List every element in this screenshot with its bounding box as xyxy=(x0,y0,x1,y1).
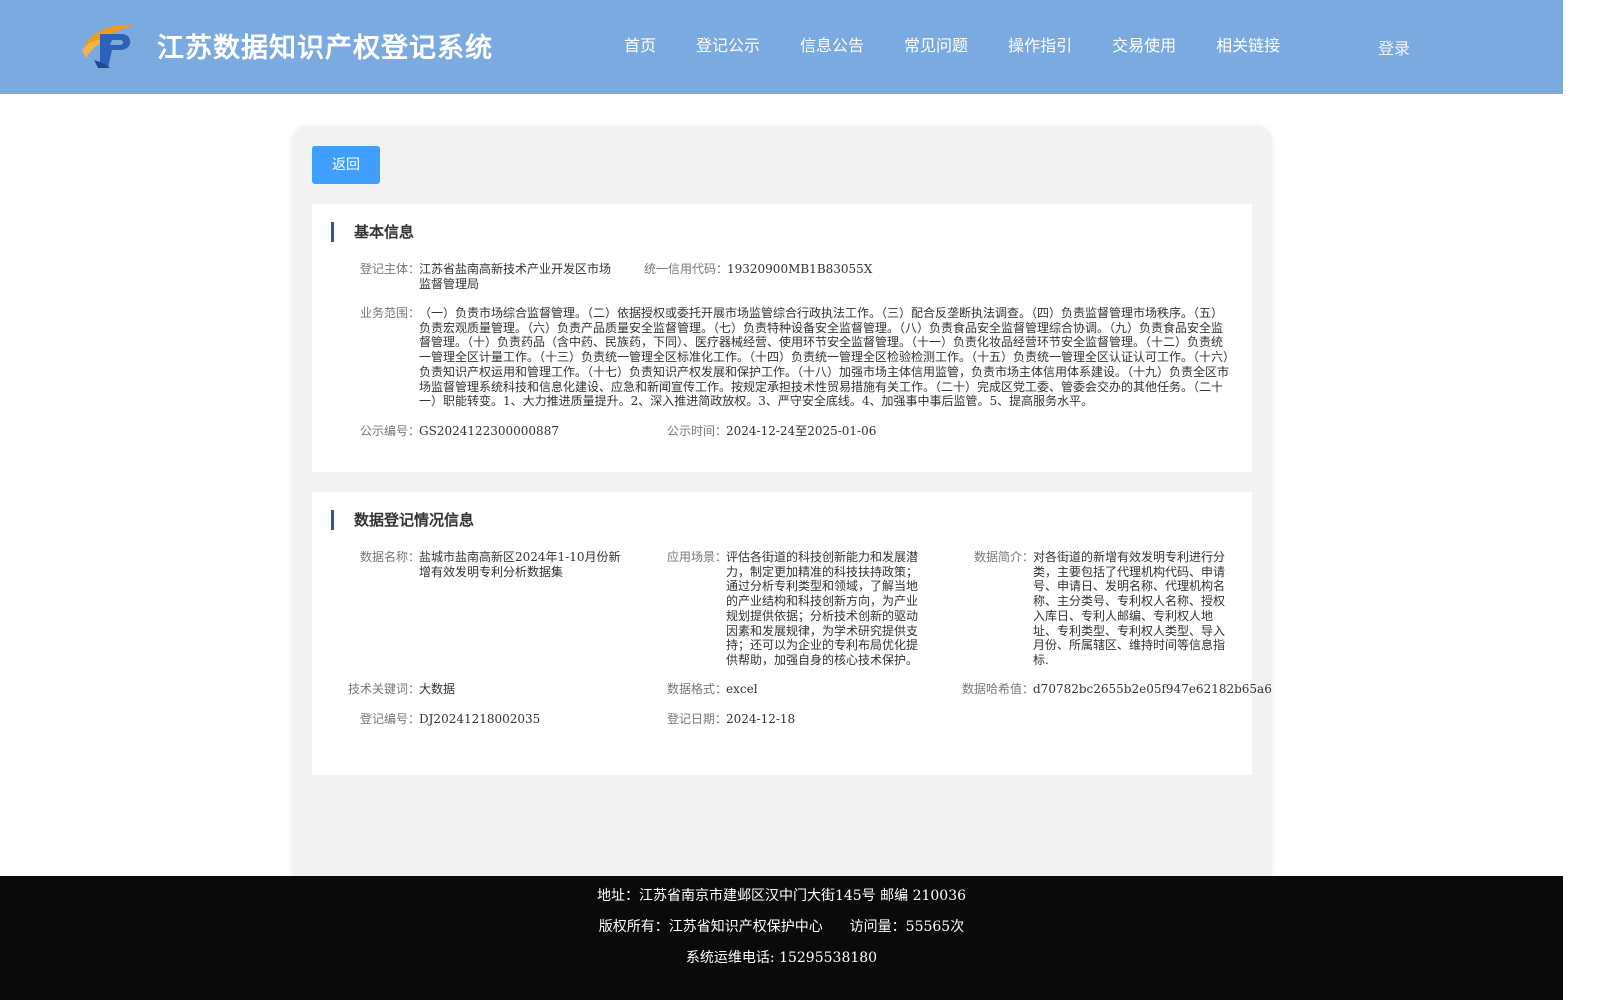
login-link[interactable]: 登录 xyxy=(1378,35,1410,59)
site-header: 江苏数据知识产权登记系统 首页 登记公示 信息公告 常见问题 操作指引 交易使用… xyxy=(0,0,1563,94)
nav-item-faq[interactable]: 常见问题 xyxy=(884,33,988,61)
data-hash-field: 数据哈希值： d70782bc2655b2e05f947e62182b65a6 xyxy=(962,682,1272,698)
business-scope-value: （一）负责市场综合监督管理。（二）依据授权或委托开展市场监管综合行政执法工作。（… xyxy=(419,306,1230,409)
publication-number-value: GS2024122300000887 xyxy=(419,424,559,438)
nav-item-registration-notice[interactable]: 登记公示 xyxy=(676,33,780,61)
data-format-value: excel xyxy=(726,682,758,696)
registration-number-value: DJ20241218002035 xyxy=(419,712,541,726)
footer-phone: 系统运维电话: 15295538180 xyxy=(685,950,878,966)
publication-number-label: 公示编号： xyxy=(360,424,421,438)
footer-copyright: 版权所有：江苏省知识产权保护中心 xyxy=(598,919,823,935)
business-scope-field: 业务范围： （一）负责市场综合监督管理。（二）依据授权或委托开展市场监管综合行政… xyxy=(360,306,1240,409)
data-registration-card: 数据登记情况信息 数据名称： 盐城市盐南高新区2024年1-10月份新增有效发明… xyxy=(312,492,1272,775)
subject-field: 登记主体： 江苏省盐南高新技术产业开发区市场监督管理局 xyxy=(360,262,612,292)
basic-info-card: 基本信息 登记主体： 江苏省盐南高新技术产业开发区市场监督管理局 统一信用代码：… xyxy=(312,204,1252,472)
data-intro-label: 数据简介： xyxy=(974,550,1035,564)
nav-item-home[interactable]: 首页 xyxy=(604,33,676,61)
detail-panel: 返回 基本信息 登记主体： 江苏省盐南高新技术产业开发区市场监督管理局 统一信用… xyxy=(292,126,1272,886)
application-scene-value: 评估各街道的科技创新能力和发展潜力，制定更加精准的科技扶持政策；通过分析专利类型… xyxy=(726,550,919,667)
registration-number-field: 登记编号： DJ20241218002035 xyxy=(360,712,620,728)
data-hash-label: 数据哈希值： xyxy=(962,682,1035,696)
site-footer: 地址：江苏省南京市建邺区汉中门大街145号 邮编 210036 版权所有：江苏省… xyxy=(0,876,1563,1000)
credit-code-field: 统一信用代码： 19320900MB1B83055X xyxy=(644,262,944,278)
registration-number-label: 登记编号： xyxy=(360,712,421,726)
scrollbar-track[interactable] xyxy=(1563,0,1600,1000)
subject-value: 江苏省盐南高新技术产业开发区市场监督管理局 xyxy=(419,262,612,291)
data-format-label: 数据格式： xyxy=(667,682,728,696)
basic-info-title: 基本信息 xyxy=(331,222,414,242)
data-format-field: 数据格式： excel xyxy=(667,682,927,698)
nav-item-links[interactable]: 相关链接 xyxy=(1196,33,1300,61)
data-intro-value: 对各街道的新增有效发明专利进行分类，主要包括了代理机构代码、申请号、申请日、发明… xyxy=(1033,550,1226,667)
data-intro-field: 数据简介： 对各街道的新增有效发明专利进行分类，主要包括了代理机构代码、申请号、… xyxy=(974,550,1239,670)
footer-address: 地址：江苏省南京市建邺区汉中门大街145号 邮编 210036 xyxy=(596,888,967,904)
ip-logo-icon[interactable] xyxy=(80,20,136,70)
main-nav: 首页 登记公示 信息公告 常见问题 操作指引 交易使用 相关链接 xyxy=(604,33,1300,61)
tech-keyword-field: 技术关键词： 大数据 xyxy=(348,682,628,698)
footer-copyright-line: 版权所有：江苏省知识产权保护中心 访问量：55565次 xyxy=(0,916,1563,936)
nav-item-trade-use[interactable]: 交易使用 xyxy=(1092,33,1196,61)
site-title: 江苏数据知识产权登记系统 xyxy=(157,33,493,64)
registration-date-value: 2024-12-18 xyxy=(726,712,796,726)
data-name-field: 数据名称： 盐城市盐南高新区2024年1-10月份新增有效发明专利分析数据集 xyxy=(360,550,625,590)
footer-visits: 访问量：55565次 xyxy=(849,919,965,935)
data-registration-title: 数据登记情况信息 xyxy=(331,510,474,530)
data-hash-value: d70782bc2655b2e05f947e62182b65a6 xyxy=(1033,682,1272,696)
tech-keyword-label: 技术关键词： xyxy=(348,682,421,696)
registration-date-field: 登记日期： 2024-12-18 xyxy=(667,712,927,728)
back-button[interactable]: 返回 xyxy=(312,146,380,184)
tech-keyword-value: 大数据 xyxy=(419,682,456,696)
nav-item-announcements[interactable]: 信息公告 xyxy=(780,33,884,61)
publication-time-field: 公示时间： 2024-12-24至2025-01-06 xyxy=(667,424,927,440)
credit-code-label: 统一信用代码： xyxy=(644,262,729,276)
registration-date-label: 登记日期： xyxy=(667,712,728,726)
credit-code-value: 19320900MB1B83055X xyxy=(727,262,873,276)
application-scene-label: 应用场景： xyxy=(667,550,728,564)
data-name-value: 盐城市盐南高新区2024年1-10月份新增有效发明专利分析数据集 xyxy=(419,550,621,579)
application-scene-field: 应用场景： 评估各街道的科技创新能力和发展潜力，制定更加精准的科技扶持政策；通过… xyxy=(667,550,927,670)
publication-number-field: 公示编号： GS2024122300000887 xyxy=(360,424,610,440)
nav-item-guide[interactable]: 操作指引 xyxy=(988,33,1092,61)
data-name-label: 数据名称： xyxy=(360,550,421,564)
business-scope-label: 业务范围： xyxy=(360,306,421,320)
subject-label: 登记主体： xyxy=(360,262,421,276)
publication-time-value: 2024-12-24至2025-01-06 xyxy=(726,424,877,438)
publication-time-label: 公示时间： xyxy=(667,424,728,438)
